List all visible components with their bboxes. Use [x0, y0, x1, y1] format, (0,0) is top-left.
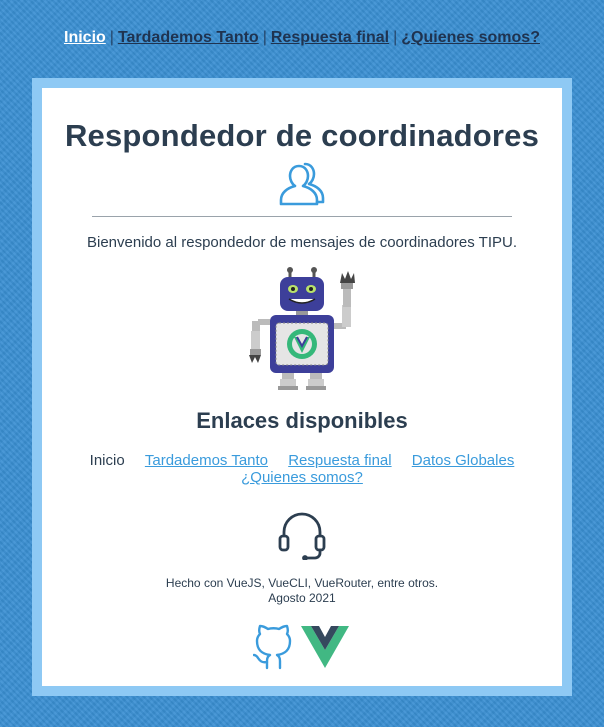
link-tardademos-tanto[interactable]: Tardademos Tanto [145, 452, 268, 469]
page-title: Respondedor de coordinadores [64, 118, 540, 153]
headset-icon [278, 512, 326, 560]
welcome-text: Bienvenido al respondedor de mensajes de… [87, 234, 517, 251]
nav-quienes-somos[interactable]: ¿Quienes somos? [401, 29, 540, 46]
content-card: Respondedor de coordinadores Bienvenido … [42, 88, 562, 686]
links-heading: Enlaces disponibles [196, 408, 408, 433]
title-divider [92, 216, 512, 217]
nav-inicio[interactable]: Inicio [64, 29, 106, 46]
nav-tardademos-tanto[interactable]: Tardademos Tanto [118, 29, 259, 46]
content-frame: Respondedor de coordinadores Bienvenido … [32, 78, 572, 696]
link-datos-globales[interactable]: Datos Globales [412, 452, 515, 469]
nav-separator: | [109, 29, 114, 46]
users-icon [279, 162, 325, 206]
nav-respuesta-final[interactable]: Respuesta final [271, 29, 389, 46]
available-links: Inicio Tardademos Tanto Respuesta final … [67, 452, 537, 486]
top-navigation: Inicio | Tardademos Tanto | Respuesta final |… [0, 29, 604, 47]
vue-logo-icon [301, 626, 349, 668]
github-icon [253, 624, 292, 670]
footer-date: Agosto 2021 [268, 591, 336, 605]
nav-separator: | [393, 29, 398, 46]
link-quienes-somos[interactable]: ¿Quienes somos? [241, 469, 363, 486]
nav-separator: | [262, 29, 267, 46]
footer-text: Hecho con VueJS, VueCLI, VueRouter, entr… [42, 576, 562, 606]
link-respuesta-final[interactable]: Respuesta final [288, 452, 391, 469]
footer-credits: Hecho con VueJS, VueCLI, VueRouter, entr… [165, 576, 439, 590]
tech-logos [42, 620, 562, 670]
link-inicio-current: Inicio [89, 452, 125, 469]
robot-illustration [249, 267, 355, 390]
